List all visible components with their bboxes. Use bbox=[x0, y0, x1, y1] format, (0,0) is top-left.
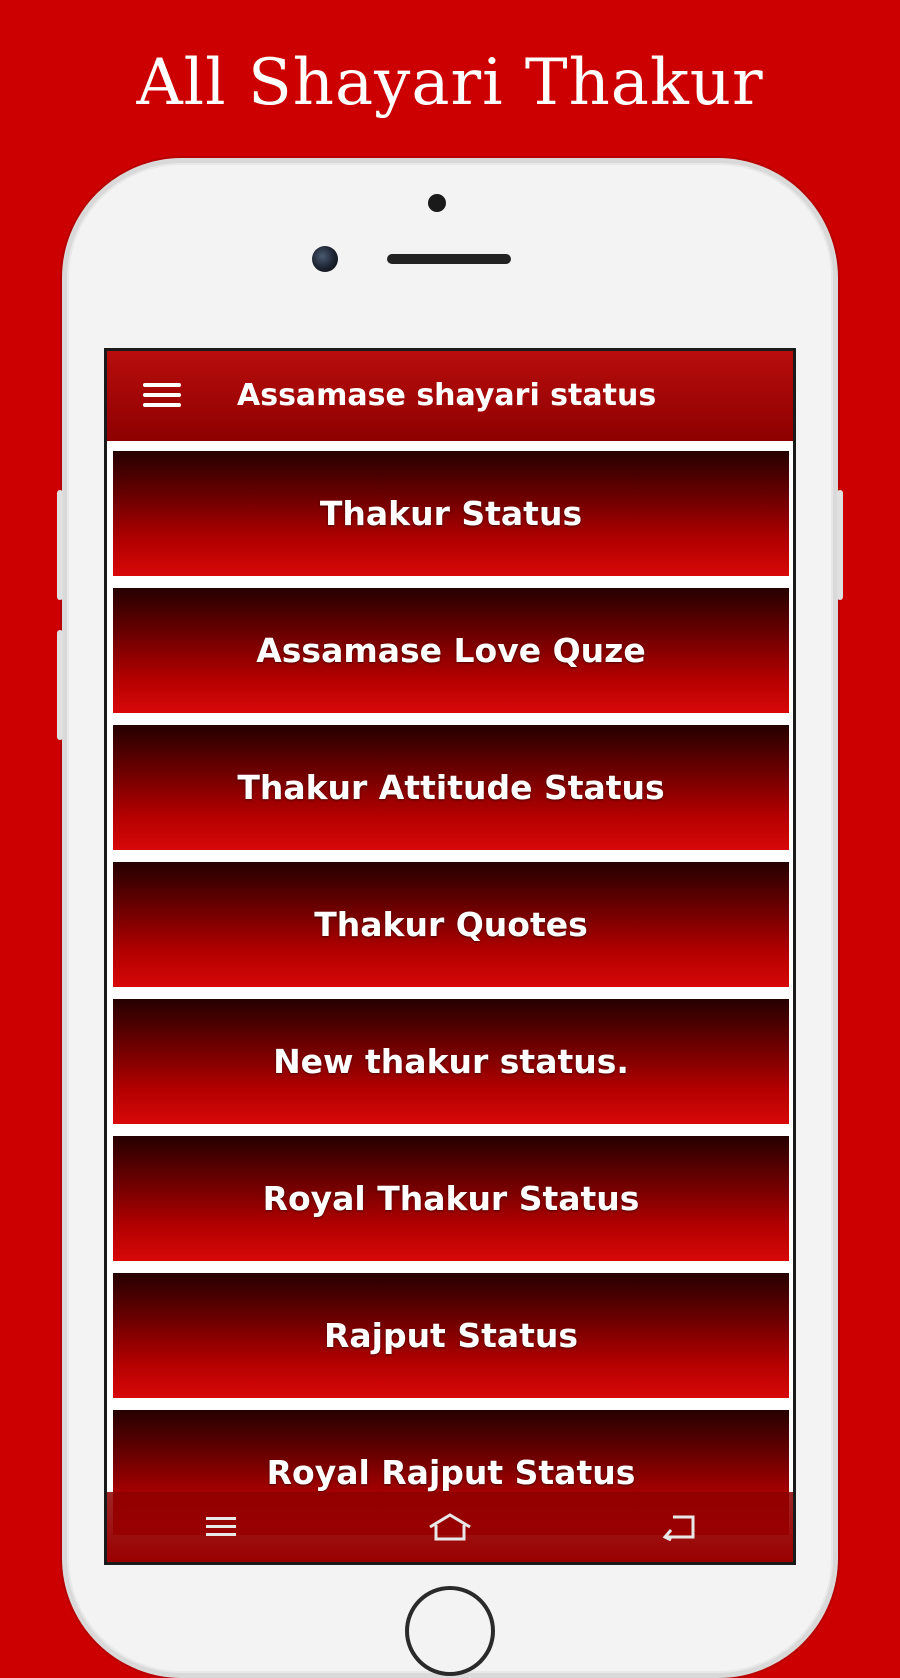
phone-side-button bbox=[57, 490, 63, 600]
hamburger-menu-icon[interactable] bbox=[143, 383, 181, 407]
app-bar-title: Assamase shayari status bbox=[237, 378, 657, 413]
system-nav-bar bbox=[107, 1492, 793, 1562]
app-bar: Assamase shayari status bbox=[107, 351, 793, 441]
home-icon[interactable] bbox=[420, 1502, 480, 1552]
phone-screen: Assamase shayari status Thakur Status As… bbox=[104, 348, 796, 1565]
menu-item-rajput-status[interactable]: Rajput Status bbox=[113, 1273, 789, 1398]
promo-title: All Shayari Thakur bbox=[136, 46, 764, 120]
menu-item-assamase-love-quze[interactable]: Assamase Love Quze bbox=[113, 588, 789, 713]
phone-side-button bbox=[837, 490, 843, 600]
menu-item-thakur-quotes[interactable]: Thakur Quotes bbox=[113, 862, 789, 987]
back-icon[interactable] bbox=[649, 1502, 709, 1552]
menu-item-thakur-status[interactable]: Thakur Status bbox=[113, 451, 789, 576]
menu-list: Thakur Status Assamase Love Quze Thakur … bbox=[113, 451, 789, 1547]
menu-item-royal-thakur-status[interactable]: Royal Thakur Status bbox=[113, 1136, 789, 1261]
earpiece-speaker bbox=[387, 254, 511, 264]
menu-item-new-thakur-status[interactable]: New thakur status. bbox=[113, 999, 789, 1124]
menu-item-thakur-attitude-status[interactable]: Thakur Attitude Status bbox=[113, 725, 789, 850]
recent-apps-icon[interactable] bbox=[191, 1502, 251, 1552]
front-sensor bbox=[428, 194, 446, 212]
phone-side-button bbox=[57, 630, 63, 740]
front-camera bbox=[312, 246, 338, 272]
